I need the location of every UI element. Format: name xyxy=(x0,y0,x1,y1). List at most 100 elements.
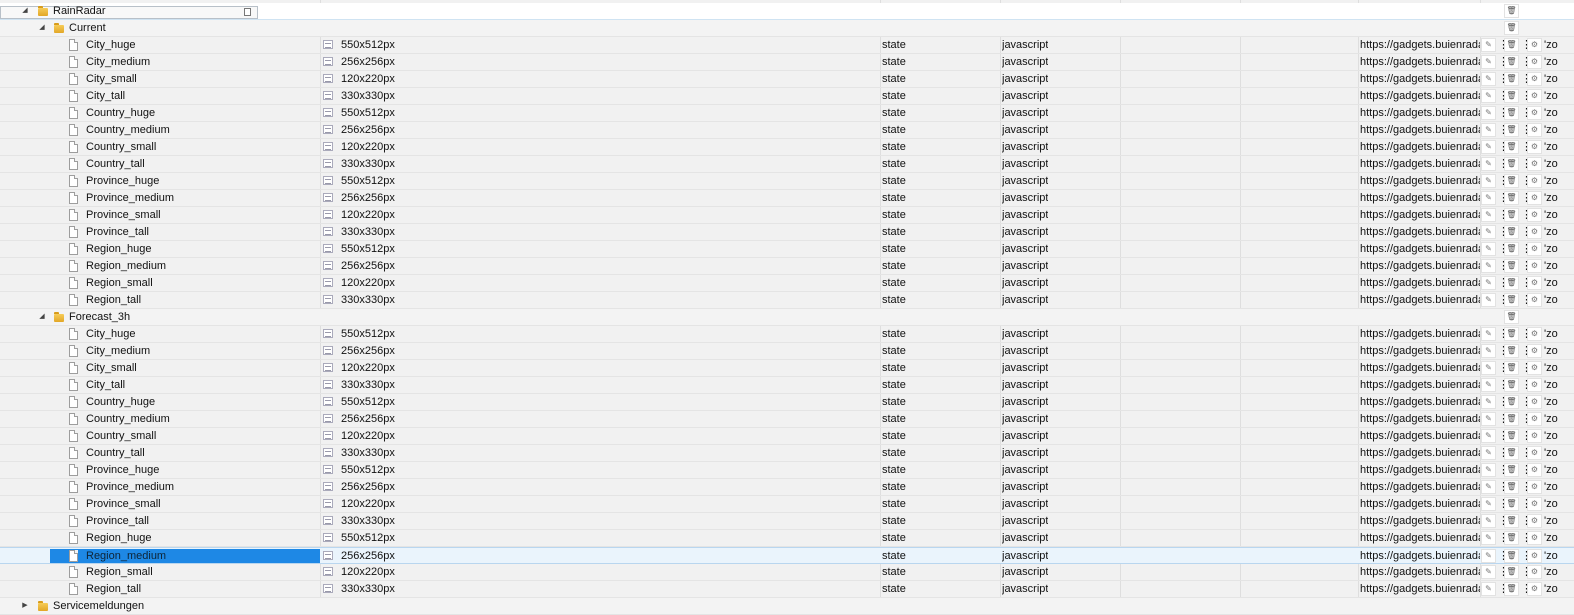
expand-toggle-icon[interactable]: ▶ xyxy=(20,598,30,614)
trash-icon[interactable]: 🗑 xyxy=(1504,514,1519,528)
collapse-toggle-icon[interactable]: ◢ xyxy=(37,20,47,36)
collapse-toggle-icon[interactable]: ◢ xyxy=(20,3,30,19)
item-name[interactable]: City_tall xyxy=(86,88,125,104)
collapse-toggle-icon[interactable]: ◢ xyxy=(37,309,47,325)
trash-icon[interactable]: 🗑 xyxy=(1504,446,1519,460)
table-row[interactable]: Region_medium 256x256px state javascript htt… xyxy=(0,258,1574,275)
item-name[interactable]: Country_small xyxy=(86,139,156,155)
item-name[interactable]: Region_medium xyxy=(86,548,166,564)
edit-icon[interactable]: ✎ xyxy=(1481,565,1496,579)
item-name[interactable]: Country_medium xyxy=(86,122,170,138)
item-name[interactable]: Region_tall xyxy=(86,292,141,308)
trash-icon[interactable]: 🗑 xyxy=(1504,38,1519,52)
table-row[interactable]: Province_medium 256x256px state javascript h… xyxy=(0,479,1574,496)
table-row[interactable]: Province_tall 330x330px state javascript htt… xyxy=(0,224,1574,241)
edit-icon[interactable]: ✎ xyxy=(1481,38,1496,52)
edit-icon[interactable]: ✎ xyxy=(1481,208,1496,222)
settings-icon[interactable]: ⚙ xyxy=(1527,565,1542,579)
item-name[interactable]: Region_tall xyxy=(86,581,141,597)
description-icon[interactable] xyxy=(323,57,333,66)
description-icon[interactable] xyxy=(323,551,333,560)
edit-icon[interactable]: ✎ xyxy=(1481,327,1496,341)
table-row[interactable]: Country_huge 550x512px state javascript http… xyxy=(0,105,1574,122)
description-icon[interactable] xyxy=(323,584,333,593)
description-icon[interactable] xyxy=(323,329,333,338)
item-name[interactable]: Province_medium xyxy=(86,479,174,495)
table-row[interactable]: Province_huge 550x512px state javascript htt… xyxy=(0,173,1574,190)
settings-icon[interactable]: ⚙ xyxy=(1527,429,1542,443)
settings-icon[interactable]: ⚙ xyxy=(1527,89,1542,103)
settings-icon[interactable]: ⚙ xyxy=(1527,514,1542,528)
settings-icon[interactable]: ⚙ xyxy=(1527,55,1542,69)
edit-icon[interactable]: ✎ xyxy=(1481,463,1496,477)
trash-icon[interactable]: 🗑 xyxy=(1504,412,1519,426)
item-name[interactable]: Region_small xyxy=(86,564,153,580)
item-name[interactable]: Province_tall xyxy=(86,224,149,240)
tree-row-root[interactable]: ◢ RainRadar 🗑 xyxy=(0,3,1574,20)
edit-icon[interactable]: ✎ xyxy=(1481,293,1496,307)
table-row[interactable]: Region_small 120x220px state javascript http… xyxy=(0,564,1574,581)
settings-icon[interactable]: ⚙ xyxy=(1527,123,1542,137)
table-row[interactable]: Country_huge 550x512px state javascript http… xyxy=(0,394,1574,411)
description-icon[interactable] xyxy=(323,380,333,389)
trash-icon[interactable]: 🗑 xyxy=(1504,549,1519,563)
description-icon[interactable] xyxy=(323,346,333,355)
trash-icon[interactable]: 🗑 xyxy=(1504,582,1519,596)
trash-icon[interactable]: 🗑 xyxy=(1504,531,1519,545)
item-name[interactable]: Country_tall xyxy=(86,156,145,172)
item-name[interactable]: City_huge xyxy=(86,37,136,53)
description-icon[interactable] xyxy=(323,431,333,440)
settings-icon[interactable]: ⚙ xyxy=(1527,344,1542,358)
table-row[interactable]: Region_huge 550x512px state javascript https… xyxy=(0,530,1574,547)
trash-icon[interactable]: 🗑 xyxy=(1504,157,1519,171)
trash-icon[interactable]: 🗑 xyxy=(1504,429,1519,443)
item-name[interactable]: Province_tall xyxy=(86,513,149,529)
trash-icon[interactable]: 🗑 xyxy=(1504,89,1519,103)
settings-icon[interactable]: ⚙ xyxy=(1527,361,1542,375)
settings-icon[interactable]: ⚙ xyxy=(1527,140,1542,154)
settings-icon[interactable]: ⚙ xyxy=(1527,582,1542,596)
settings-icon[interactable]: ⚙ xyxy=(1527,395,1542,409)
settings-icon[interactable]: ⚙ xyxy=(1527,225,1542,239)
description-icon[interactable] xyxy=(323,74,333,83)
table-row[interactable]: Region_tall 330x330px state javascript https… xyxy=(0,581,1574,598)
settings-icon[interactable]: ⚙ xyxy=(1527,174,1542,188)
trash-icon[interactable]: 🗑 xyxy=(1504,123,1519,137)
edit-icon[interactable]: ✎ xyxy=(1481,582,1496,596)
edit-icon[interactable]: ✎ xyxy=(1481,395,1496,409)
settings-icon[interactable]: ⚙ xyxy=(1527,191,1542,205)
tree-row-folder[interactable]: ◢ Current 🗑 xyxy=(0,20,1574,37)
trash-icon[interactable]: 🗑 xyxy=(1504,140,1519,154)
edit-icon[interactable]: ✎ xyxy=(1481,89,1496,103)
settings-icon[interactable]: ⚙ xyxy=(1527,412,1542,426)
trash-icon[interactable]: 🗑 xyxy=(1504,174,1519,188)
description-icon[interactable] xyxy=(323,363,333,372)
table-row[interactable]: Province_medium 256x256px state javascript h… xyxy=(0,190,1574,207)
edit-icon[interactable]: ✎ xyxy=(1481,344,1496,358)
table-row[interactable]: Country_small 120x220px state javascript htt… xyxy=(0,139,1574,156)
description-icon[interactable] xyxy=(323,295,333,304)
edit-icon[interactable]: ✎ xyxy=(1481,497,1496,511)
trash-icon[interactable]: 🗑 xyxy=(1504,4,1519,18)
edit-icon[interactable]: ✎ xyxy=(1481,106,1496,120)
trash-icon[interactable]: 🗑 xyxy=(1504,55,1519,69)
trash-icon[interactable]: 🗑 xyxy=(1504,497,1519,511)
edit-icon[interactable]: ✎ xyxy=(1481,549,1496,563)
table-row[interactable]: Country_tall 330x330px state javascript http… xyxy=(0,156,1574,173)
settings-icon[interactable]: ⚙ xyxy=(1527,72,1542,86)
description-icon[interactable] xyxy=(323,108,333,117)
table-row[interactable]: City_small 120x220px state javascript https:… xyxy=(0,360,1574,377)
edit-icon[interactable]: ✎ xyxy=(1481,531,1496,545)
item-name[interactable]: Region_small xyxy=(86,275,153,291)
trash-icon[interactable]: 🗑 xyxy=(1504,378,1519,392)
table-row[interactable]: Region_huge 550x512px state javascript https… xyxy=(0,241,1574,258)
trash-icon[interactable]: 🗑 xyxy=(1504,242,1519,256)
tree-row-folder[interactable]: ◢ Forecast_3h 🗑 xyxy=(0,309,1574,326)
trash-icon[interactable]: 🗑 xyxy=(1504,361,1519,375)
description-icon[interactable] xyxy=(323,210,333,219)
item-name[interactable]: City_huge xyxy=(86,326,136,342)
trash-icon[interactable]: 🗑 xyxy=(1504,21,1519,35)
tree-row-folder-partial[interactable]: ▶ Servicemeldungen xyxy=(0,598,1574,615)
edit-icon[interactable]: ✎ xyxy=(1481,225,1496,239)
trash-icon[interactable]: 🗑 xyxy=(1504,106,1519,120)
